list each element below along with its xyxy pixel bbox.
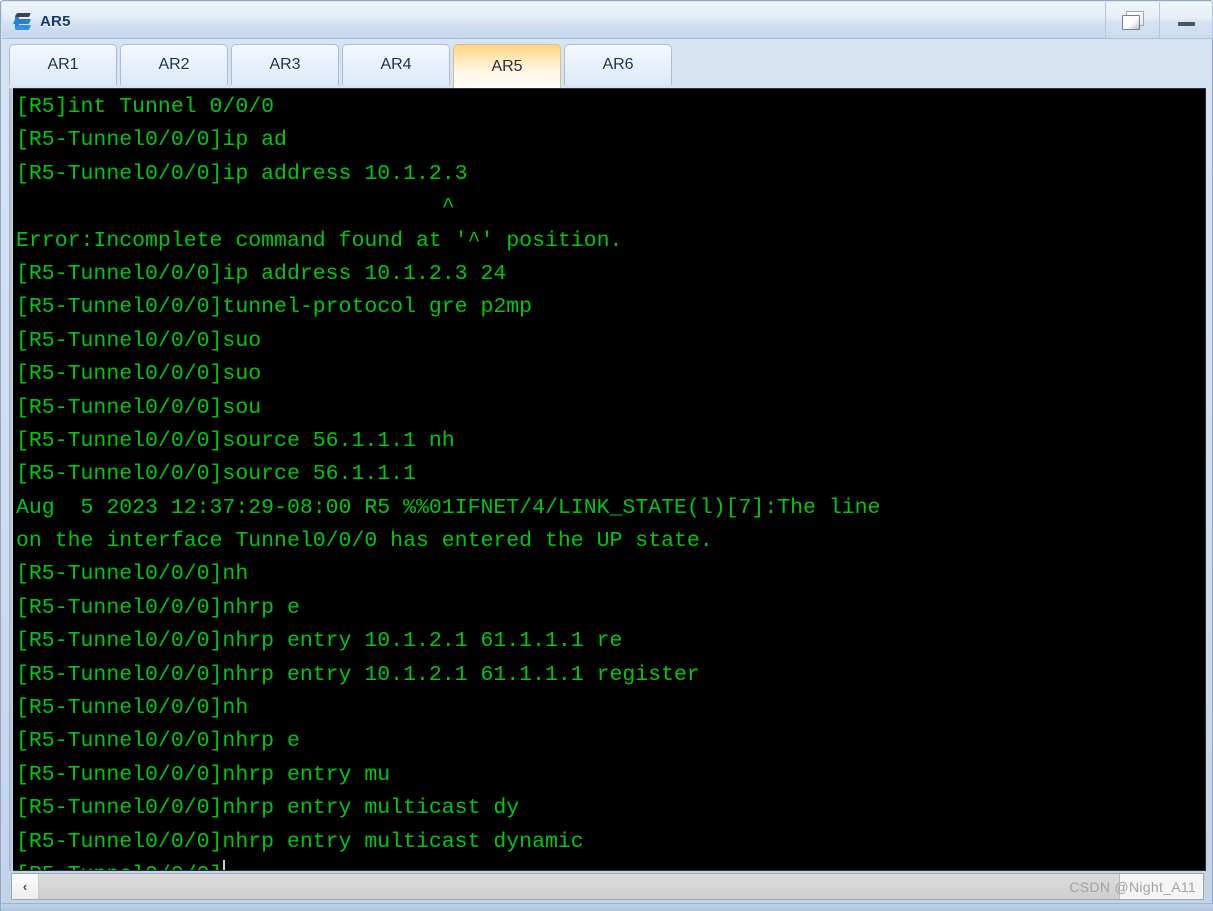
terminal-line: ^ — [16, 195, 455, 220]
terminal-line: [R5-Tunnel0/0/0]nh — [16, 696, 249, 721]
tab-ar5[interactable]: AR5 — [453, 44, 561, 88]
window-controls — [1105, 2, 1213, 39]
scroll-left-arrow-icon[interactable]: ‹ — [12, 874, 39, 899]
terminal-line: on the interface Tunnel0/0/0 has entered… — [16, 529, 713, 554]
terminal-line: [R5-Tunnel0/0/0]nhrp entry multicast dy — [16, 796, 520, 821]
tab-ar1[interactable]: AR1 — [9, 44, 117, 85]
terminal-window: AR5 AR1 AR2 AR3 AR4 AR5 AR6 [R5]int Tunn… — [0, 0, 1213, 911]
tab-label: AR5 — [491, 57, 523, 75]
terminal-line: [R5-Tunnel0/0/0]ip address 10.1.2.3 24 — [16, 261, 507, 286]
scrollbar-thumb[interactable] — [39, 874, 1120, 899]
tab-ar6[interactable]: AR6 — [564, 44, 672, 85]
router-icon — [12, 10, 34, 32]
terminal-line: [R5-Tunnel0/0/0]nh — [16, 562, 249, 587]
terminal-line: [R5-Tunnel0/0/0]sou — [16, 395, 262, 420]
minimize-button[interactable] — [1159, 2, 1213, 38]
terminal-cursor — [223, 859, 226, 870]
restore-icon — [1121, 10, 1144, 30]
tab-label: AR1 — [47, 56, 79, 73]
tab-ar2[interactable]: AR2 — [120, 44, 228, 85]
tab-ar3[interactable]: AR3 — [231, 44, 339, 85]
terminal-line: [R5-Tunnel0/0/0]source 56.1.1.1 nh — [16, 428, 455, 453]
terminal-line: [R5-Tunnel0/0/0]suo — [16, 362, 262, 387]
terminal-line: [R5-Tunnel0/0/0]nhrp entry multicast dyn… — [16, 829, 584, 854]
terminal-text: [R5]int Tunnel 0/0/0 [R5-Tunnel0/0/0]ip a… — [16, 91, 1205, 870]
terminal-line: [R5-Tunnel0/0/0]tunnel-protocol gre p2mp — [16, 295, 533, 320]
minimize-icon — [1177, 22, 1195, 26]
tab-ar4[interactable]: AR4 — [342, 44, 450, 85]
terminal-left-gutter — [9, 88, 13, 871]
terminal-line: [R5-Tunnel0/0/0]ip ad — [16, 128, 287, 153]
terminal-line: [R5-Tunnel0/0/0]source 56.1.1.1 — [16, 462, 416, 487]
terminal-line: [R5]int Tunnel 0/0/0 — [16, 95, 275, 119]
scrollbar-track[interactable] — [39, 874, 1203, 899]
terminal-line: Aug 5 2023 12:37:29-08:00 R5 %%01IFNET/4… — [16, 495, 881, 520]
tab-label: AR6 — [602, 56, 634, 73]
restore-button[interactable] — [1105, 2, 1159, 38]
terminal-line: [R5-Tunnel0/0/0]nhrp e — [16, 595, 300, 620]
horizontal-scrollbar[interactable]: ‹ — [11, 873, 1204, 900]
tab-label: AR2 — [158, 56, 190, 73]
terminal-line: [R5-Tunnel0/0/0]suo — [16, 328, 262, 353]
terminal-line: [R5-Tunnel0/0/0]nhrp entry mu — [16, 762, 391, 787]
window-title: AR5 — [40, 12, 71, 30]
terminal-line: [R5-Tunnel0/0/0]nhrp entry 10.1.2.1 61.1… — [16, 629, 623, 654]
device-tab-bar: AR1 AR2 AR3 AR4 AR5 AR6 — [9, 42, 1206, 88]
terminal-line: [R5-Tunnel0/0/0]nhrp entry 10.1.2.1 61.1… — [16, 662, 700, 687]
window-bottom-strip — [2, 903, 1213, 911]
terminal-output-area[interactable]: [R5]int Tunnel 0/0/0 [R5-Tunnel0/0/0]ip a… — [9, 88, 1206, 871]
terminal-line: [R5-Tunnel0/0/0]ip address 10.1.2.3 — [16, 161, 468, 186]
title-bar-left: AR5 — [12, 8, 71, 34]
tab-label: AR4 — [380, 56, 412, 73]
terminal-line: Error:Incomplete command found at '^' po… — [16, 228, 623, 253]
tab-label: AR3 — [269, 56, 301, 73]
terminal-prompt: [R5-Tunnel0/0/0] — [16, 863, 222, 870]
terminal-line: [R5-Tunnel0/0/0]nhrp e — [16, 729, 300, 754]
title-bar: AR5 — [2, 2, 1213, 39]
terminal-prompt-line[interactable]: [R5-Tunnel0/0/0] — [16, 859, 1205, 870]
